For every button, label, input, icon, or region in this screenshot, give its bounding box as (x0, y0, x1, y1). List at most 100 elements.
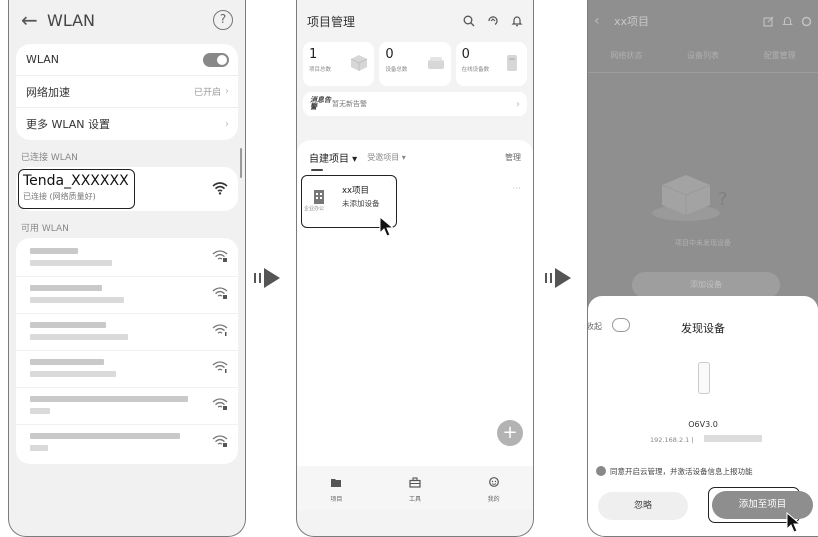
mouse-pointer-icon (379, 216, 395, 237)
back-arrow-icon[interactable]: ‹ (594, 13, 614, 29)
blurred-info (30, 260, 112, 266)
tab-tools[interactable]: 工具 (409, 473, 421, 503)
tab-config-management[interactable]: 配置管理 (741, 50, 818, 61)
wlan-toggle-row[interactable]: WLAN (16, 44, 238, 76)
network-accel-row[interactable]: 网络加速 已开启 › (16, 76, 238, 108)
divider (588, 72, 818, 73)
more-wlan-settings-row[interactable]: 更多 WLAN 设置 › (16, 108, 238, 140)
settings-icon[interactable] (801, 16, 812, 27)
list-item[interactable] (16, 388, 238, 425)
wifi-signal-icon (212, 182, 228, 195)
blurred-info (30, 371, 116, 377)
help-icon[interactable]: ? (213, 10, 233, 30)
search-icon[interactable] (463, 15, 475, 27)
bell-icon[interactable] (511, 15, 523, 27)
list-item[interactable] (16, 240, 238, 277)
wifi-signal-icon (212, 361, 228, 373)
alert-text: 暂无新告警 (332, 100, 367, 108)
active-tab-indicator (311, 169, 323, 171)
mouse-pointer-icon (786, 512, 802, 533)
list-item[interactable] (16, 351, 238, 388)
device-image (698, 362, 710, 394)
profile-icon (488, 477, 499, 487)
stat-projects-total[interactable]: 1 项目总数 (303, 42, 375, 86)
tab-project[interactable]: 项目 (330, 473, 342, 503)
wifi-locked-icon (212, 287, 228, 299)
discover-device-sheet: 收起 发现设备 O6V3.0 192.168.2.1 | 同意开启云管理，并激活… (588, 296, 818, 536)
tab-invited-projects[interactable]: 受邀项目 ▾ (367, 152, 406, 163)
back-arrow-icon[interactable]: ← (21, 8, 47, 32)
tab-mine[interactable]: 我的 (488, 473, 500, 503)
device-model: O6V3.0 (688, 420, 718, 429)
alert-bar[interactable]: 消息告警 暂无新告警 › (303, 92, 527, 116)
ignore-button[interactable]: 忽略 (598, 492, 688, 520)
blurred-ssid (30, 322, 106, 328)
project-type-label: 企业办公 (304, 206, 325, 212)
project-name: xx项目 (342, 186, 370, 196)
blurred-ssid (30, 248, 78, 254)
highlight-box: Tenda_XXXXXX 已连接 (网络质量好) (18, 169, 135, 209)
wlan-settings-card: WLAN 网络加速 已开启 › 更多 WLAN 设置 › (16, 44, 238, 140)
device-icon (506, 55, 517, 71)
connected-status: 已连接 (网络质量好) (23, 192, 96, 201)
available-wlan-heading: 可用 WLAN (21, 224, 69, 234)
list-item[interactable] (16, 277, 238, 314)
more-wlan-settings-label: 更多 WLAN 设置 (26, 118, 111, 131)
sheet-title: 发现设备 (681, 322, 725, 335)
stats-row: 1 项目总数 0 设备总数 0 在线设备数 (297, 42, 533, 86)
manage-button[interactable]: 管理 (505, 152, 521, 163)
page-title: WLAN (47, 10, 96, 30)
agree-checkbox[interactable] (596, 466, 606, 476)
cloud-sync-icon[interactable] (487, 15, 499, 27)
wifi-locked-icon (212, 398, 228, 410)
blurred-info (30, 334, 128, 340)
next-step-arrow (254, 268, 284, 288)
alert-tag: 消息告警 (310, 96, 331, 111)
blurred-ssid (30, 433, 180, 439)
add-device-button[interactable]: 添加设备 (632, 272, 780, 298)
wifi-signal-icon (212, 324, 228, 336)
project-detail-header: ‹ xx项目 (588, 0, 818, 42)
list-item[interactable] (16, 314, 238, 351)
more-options-icon[interactable]: ··· (512, 184, 521, 194)
device-ip: 192.168.2.1 | (650, 436, 694, 444)
bottom-tab-bar: 项目 工具 我的 (297, 466, 533, 510)
agree-text: 同意开启云管理，并激活设备信息上报功能 (610, 467, 753, 476)
wifi-locked-icon (212, 250, 228, 262)
blurred-info (30, 408, 50, 414)
chevron-right-icon: › (225, 118, 229, 130)
wlan-toggle[interactable] (203, 52, 229, 67)
tab-label: 我的 (487, 496, 500, 503)
edit-icon[interactable] (763, 16, 774, 27)
tab-label: 项目 (330, 496, 343, 503)
stat-online-devices[interactable]: 0 在线设备数 (455, 42, 527, 86)
project-detail-screen: ‹ xx项目 网络状态 设备列表 配置管理 ? 项目中未发现设备 添加设备 收起… (587, 0, 818, 537)
svg-text:?: ? (718, 189, 728, 210)
bell-icon[interactable] (782, 16, 793, 27)
project-list-panel: 自建项目 ▾ 受邀项目 ▾ 管理 企业办公 xx项目 未添加设备 ··· + (297, 140, 533, 466)
wlan-settings-screen: ← WLAN ? WLAN 网络加速 已开启 › 更多 WLAN 设置 › 已连… (8, 0, 246, 537)
connected-network-row[interactable]: Tenda_XXXXXX 已连接 (网络质量好) (16, 167, 238, 211)
blurred-info (704, 435, 762, 442)
wlan-label: WLAN (26, 53, 60, 66)
chevron-right-icon: › (225, 86, 229, 97)
network-accel-value: 已开启 (193, 88, 221, 98)
tab-own-projects[interactable]: 自建项目 ▾ (309, 150, 357, 165)
network-accel-label: 网络加速 (26, 85, 70, 99)
connected-wlan-heading: 已连接 WLAN (21, 153, 78, 163)
office-building-icon (314, 190, 324, 204)
connected-ssid: Tenda_XXXXXX (23, 173, 129, 189)
blurred-info (30, 445, 48, 451)
scrollbar[interactable] (240, 148, 242, 178)
empty-state-text: 项目中未发现设备 (675, 239, 731, 247)
add-project-button[interactable]: + (497, 420, 523, 446)
list-item[interactable] (16, 425, 238, 462)
project-detail-tabs: 网络状态 设备列表 配置管理 (588, 50, 818, 61)
tab-device-list[interactable]: 设备列表 (665, 50, 742, 61)
cube-icon (351, 55, 368, 71)
tab-network-status[interactable]: 网络状态 (588, 50, 665, 61)
project-icon (331, 479, 342, 487)
next-step-arrow (545, 268, 575, 288)
empty-device-illustration: ? (652, 175, 728, 221)
stat-devices-total[interactable]: 0 设备总数 (379, 42, 451, 86)
